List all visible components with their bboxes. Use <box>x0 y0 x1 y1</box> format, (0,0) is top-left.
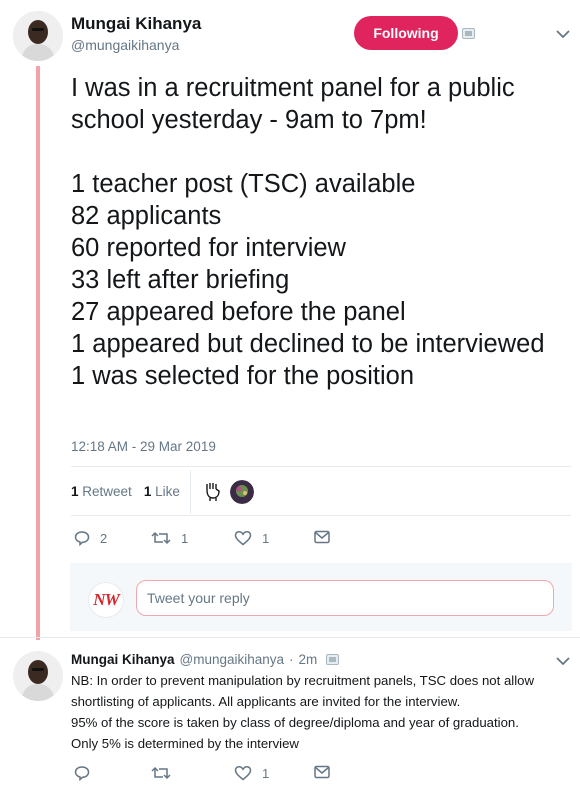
reply-icon <box>74 531 90 546</box>
reply-author-handle[interactable]: @mungaikihanya <box>180 652 285 667</box>
heart-icon <box>234 530 252 546</box>
liker-avatar[interactable] <box>230 480 254 504</box>
heart-icon <box>234 765 252 781</box>
reply-separator: · <box>289 652 294 667</box>
reply-like-action[interactable]: 1 <box>234 765 269 781</box>
retweet-icon <box>151 531 171 545</box>
author-avatar[interactable] <box>13 11 63 61</box>
reply-direct-message-action[interactable] <box>314 765 330 779</box>
reply-text-line: NB: In order to prevent manipulation by … <box>71 673 535 709</box>
composer-avatar: NW <box>88 582 124 618</box>
envelope-icon <box>314 765 330 779</box>
tweet-text: I was in a recruitment panel for a publi… <box>71 74 545 390</box>
divider <box>71 466 571 467</box>
envelope-icon <box>314 530 330 544</box>
following-button[interactable]: Following <box>354 16 458 50</box>
retweet-action[interactable]: 1 <box>151 530 188 546</box>
thread-line <box>36 66 40 640</box>
divider <box>0 637 580 638</box>
like-stat[interactable]: 1 Like <box>144 484 180 499</box>
verified-badge-icon <box>462 28 475 39</box>
tweet-timestamp[interactable]: 12:18 AM - 29 Mar 2019 <box>71 439 216 454</box>
reply-retweet-action[interactable] <box>151 765 171 781</box>
reply-header: Mungai Kihanya @mungaikihanya · 2m <box>71 652 340 667</box>
reply-icon <box>74 766 90 781</box>
direct-message-action[interactable] <box>314 530 330 544</box>
reply-text-line: Only 5% is determined by the interview <box>71 736 299 751</box>
reply-text: NB: In order to prevent manipulation by … <box>71 670 569 754</box>
reply-author-avatar[interactable] <box>13 651 63 701</box>
like-action[interactable]: 1 <box>234 530 269 546</box>
reply-chevron-down-icon[interactable] <box>556 657 570 666</box>
author-handle[interactable]: @mungaikihanya <box>71 37 179 53</box>
stats-divider <box>190 470 191 514</box>
reply-reply-action[interactable] <box>74 765 90 781</box>
reply-badge-icon <box>326 654 340 665</box>
composer-avatar-logo: NW <box>93 590 119 609</box>
tweet-stats: 1 Retweet 1 Like <box>71 484 180 499</box>
retweet-icon <box>151 766 171 780</box>
reply-input[interactable] <box>136 580 554 616</box>
reply-time[interactable]: 2m <box>299 652 318 667</box>
chevron-down-icon[interactable] <box>556 30 570 39</box>
reply-author-name[interactable]: Mungai Kihanya <box>71 652 175 667</box>
liker-avatar-fist-icon[interactable] <box>203 480 223 502</box>
divider <box>71 515 571 516</box>
reply-text-line: 95% of the score is taken by class of de… <box>71 715 519 730</box>
author-name[interactable]: Mungai Kihanya <box>71 14 201 34</box>
reply-action[interactable]: 2 <box>74 530 107 546</box>
retweet-stat[interactable]: 1 Retweet <box>71 484 132 499</box>
